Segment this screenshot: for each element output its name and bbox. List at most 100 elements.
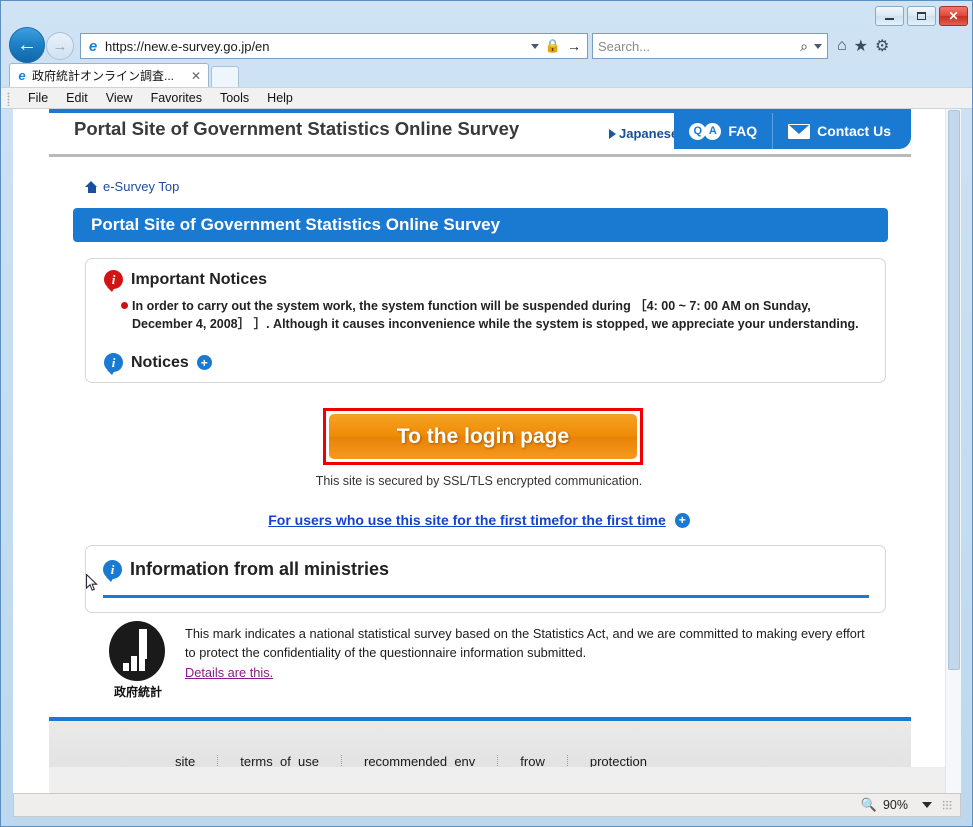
notices-expander[interactable]: i Notices + xyxy=(104,353,212,375)
statistics-mark-text: This mark indicates a national statistic… xyxy=(185,624,875,683)
japanese-language-link[interactable]: Japanese xyxy=(609,126,678,141)
important-notices-heading: Important Notices xyxy=(131,270,268,288)
search-provider-chevron-icon[interactable] xyxy=(814,43,822,49)
ministries-heading: Information from all ministries xyxy=(130,559,390,579)
menu-item-edit[interactable]: Edit xyxy=(57,91,97,105)
envelope-icon xyxy=(788,123,811,139)
browser-window: ✕ ← → e https://new.e-survey.go.jp/en 🔒 … xyxy=(0,0,973,827)
bullet-dot-icon xyxy=(121,302,128,309)
tab-close-icon[interactable]: ✕ xyxy=(188,69,204,83)
contact-us-button[interactable]: Contact Us xyxy=(773,113,911,149)
important-notice-text: In order to carry out the system work, t… xyxy=(132,299,859,332)
page-viewport: Portal Site of Government Statistics Onl… xyxy=(13,109,961,795)
ssl-note: This site is secured by SSL/TLS encrypte… xyxy=(315,474,643,488)
site-header: Portal Site of Government Statistics Onl… xyxy=(49,109,911,157)
a-letter: A xyxy=(704,122,722,140)
search-bar[interactable]: Search... ⌕ xyxy=(592,33,828,59)
breadcrumb[interactable]: e-Survey Top xyxy=(85,179,179,194)
notices-label: Notices xyxy=(131,353,189,371)
breadcrumb-label: e-Survey Top xyxy=(103,179,180,194)
important-notice-item: In order to carry out the system work, t… xyxy=(121,297,872,333)
web-page: Portal Site of Government Statistics Onl… xyxy=(13,109,945,795)
triangle-right-icon xyxy=(609,128,616,139)
browser-tool-icons: ⌂ ★ ⚙ xyxy=(837,36,889,56)
menu-item-view[interactable]: View xyxy=(97,91,142,105)
page-left-margin xyxy=(13,109,49,795)
menu-item-file[interactable]: File xyxy=(19,91,57,105)
page-right-margin xyxy=(909,109,945,795)
first-time-users-link[interactable]: For users who use this site for the firs… xyxy=(268,512,666,528)
title-bar: ✕ xyxy=(1,1,972,27)
qa-bubble-icon: Q A xyxy=(689,122,722,140)
info-badge-blue-icon: i xyxy=(103,560,122,582)
faq-label: FAQ xyxy=(728,123,758,139)
faq-button[interactable]: Q A FAQ xyxy=(674,113,774,149)
plus-expand-icon[interactable]: + xyxy=(674,512,690,528)
mouse-cursor xyxy=(86,574,98,591)
tab-title: 政府統計オンライン調査... xyxy=(32,69,175,83)
menu-grip-icon xyxy=(7,92,10,106)
ministries-information-panel: i Information from all ministries xyxy=(85,545,886,613)
new-tab-button[interactable] xyxy=(211,66,239,87)
zoom-chevron-down-icon[interactable] xyxy=(922,802,932,808)
info-badge-red-icon: i xyxy=(104,270,123,292)
first-time-users-row: For users who use this site for the firs… xyxy=(13,512,945,528)
government-statistics-emblem-icon xyxy=(109,621,165,681)
menu-item-tools[interactable]: Tools xyxy=(211,91,258,105)
emblem-bars xyxy=(123,648,145,671)
tab-favicon-icon: e xyxy=(18,68,26,83)
details-link[interactable]: Details are this. xyxy=(185,663,273,682)
contact-us-label: Contact Us xyxy=(817,123,891,139)
plus-expand-icon[interactable]: + xyxy=(196,355,212,370)
browser-tab[interactable]: e 政府統計オンライン調査... ✕ xyxy=(9,63,209,87)
login-button-label: To the login page xyxy=(396,424,570,448)
search-icon[interactable]: ⌕ xyxy=(800,38,808,55)
zoom-control[interactable]: 🔍 90% xyxy=(861,797,908,813)
settings-gear-icon[interactable]: ⚙ xyxy=(875,36,889,56)
zoom-magnifier-icon: 🔍 xyxy=(860,797,877,812)
url-text: https://new.e-survey.go.jp/en xyxy=(105,38,270,54)
forward-button[interactable]: → xyxy=(46,32,74,60)
go-arrow-icon[interactable]: → xyxy=(567,38,581,54)
page-footer: site terms_of_use recommended_env frow p… xyxy=(49,717,945,795)
to-the-login-page-button[interactable]: To the login page xyxy=(329,414,637,459)
status-bar: 🔍 90% xyxy=(13,793,961,817)
ministries-divider xyxy=(103,595,869,598)
login-button-highlight: To the login page xyxy=(323,408,643,465)
search-placeholder: Search... xyxy=(598,38,651,54)
resize-grip-icon[interactable] xyxy=(942,800,952,810)
emblem-caption: 政府統計 xyxy=(113,685,162,699)
close-button[interactable]: ✕ xyxy=(939,6,968,26)
address-bar[interactable]: e https://new.e-survey.go.jp/en 🔒 → xyxy=(80,33,588,59)
address-bar-icons: 🔒 → xyxy=(530,38,583,54)
minimize-button[interactable] xyxy=(875,6,904,26)
maximize-button[interactable] xyxy=(907,6,936,26)
menu-bar: File Edit View Favorites Tools Help xyxy=(1,87,972,109)
header-buttons: Q A FAQ Contact Us xyxy=(674,113,911,149)
menu-item-help[interactable]: Help xyxy=(258,91,302,105)
tab-bar: e 政府統計オンライン調査... ✕ xyxy=(1,63,972,87)
page-title-banner: Portal Site of Government Statistics Onl… xyxy=(73,208,888,242)
favorites-star-icon[interactable]: ★ xyxy=(854,36,868,56)
page-title: Portal Site of Government Statistics Onl… xyxy=(91,215,501,234)
chevron-down-icon[interactable] xyxy=(530,43,539,49)
back-button[interactable]: ← xyxy=(9,27,45,63)
info-badge-blue-icon: i xyxy=(104,353,123,375)
menu-item-favorites[interactable]: Favorites xyxy=(142,91,211,105)
lock-icon: 🔒 xyxy=(544,38,561,53)
internet-explorer-icon: e xyxy=(88,37,98,55)
footer-bottom-strip xyxy=(49,767,945,795)
page-scrollbar[interactable] xyxy=(945,109,961,795)
mark-description: This mark indicates a national statistic… xyxy=(185,626,865,661)
home-icon[interactable]: ⌂ xyxy=(837,37,847,55)
important-notices-header: i Important Notices xyxy=(86,259,885,292)
ministries-header: i Information from all ministries xyxy=(86,546,885,582)
zoom-level-label: 90% xyxy=(882,798,908,812)
japanese-link-label: Japanese xyxy=(619,126,679,141)
home-icon xyxy=(85,180,98,193)
site-title: Portal Site of Government Statistics Onl… xyxy=(74,118,520,139)
window-controls: ✕ xyxy=(875,6,968,26)
important-notices-panel: i Important Notices In order to carry ou… xyxy=(85,258,886,383)
scrollbar-thumb[interactable] xyxy=(948,110,960,670)
navigation-bar: ← → e https://new.e-survey.go.jp/en 🔒 → … xyxy=(1,27,972,63)
